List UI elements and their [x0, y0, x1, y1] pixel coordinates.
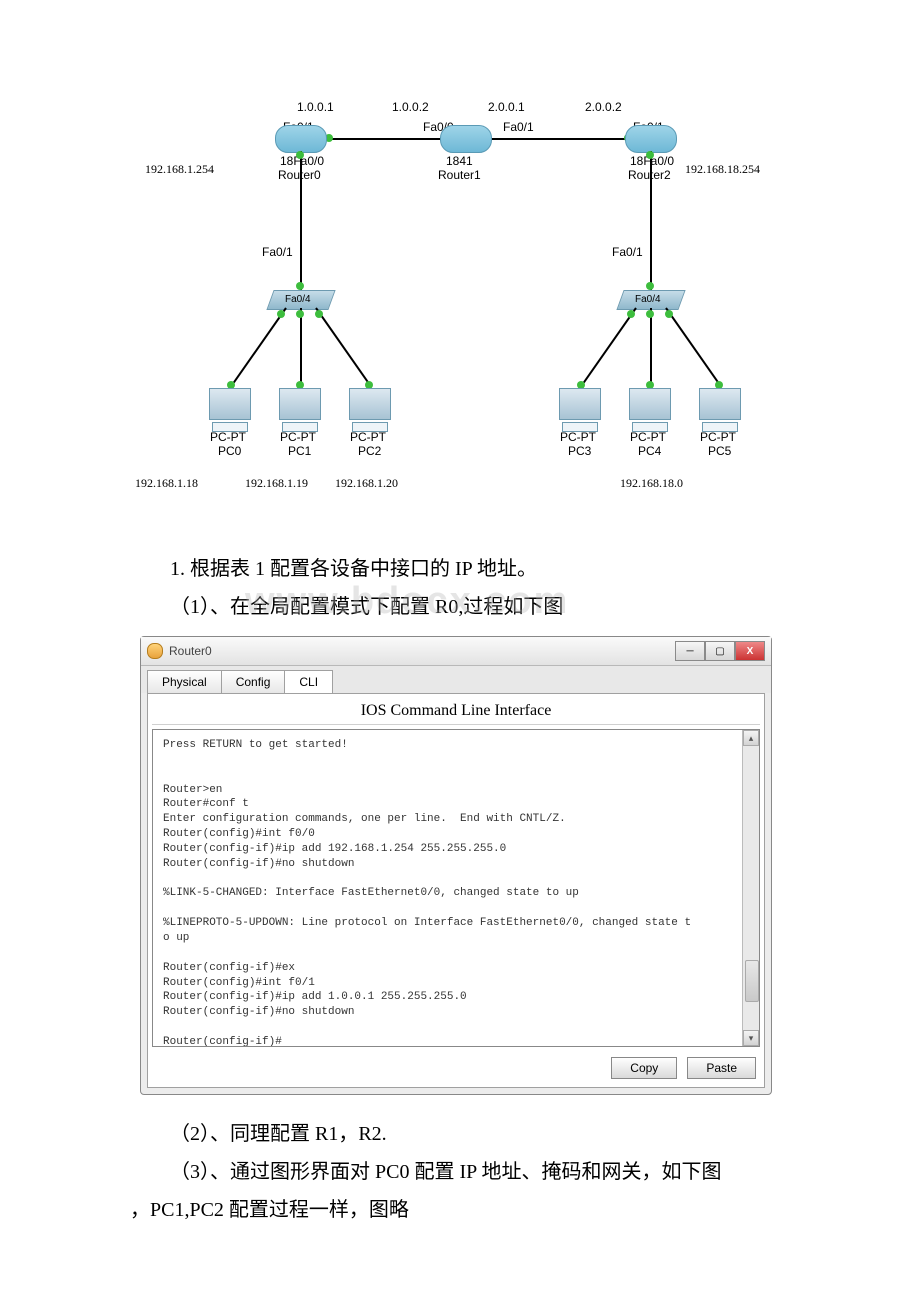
device-label: PC5 [708, 444, 731, 458]
router-icon [147, 643, 163, 659]
tab-physical[interactable]: Physical [147, 670, 222, 693]
port-label: Fa0/1 [262, 245, 293, 259]
maximize-button[interactable]: ▢ [705, 641, 735, 661]
tab-config[interactable]: Config [221, 670, 286, 693]
port-label: Fa0/4 [635, 294, 661, 305]
device-label: PC-PT [350, 430, 386, 444]
port-label: Fa0/1 [612, 245, 643, 259]
ip-label: 2.0.0.2 [585, 100, 622, 114]
cli-output[interactable]: Press RETURN to get started! Router>en R… [153, 730, 759, 1046]
ip-label: 192.168.1.19 [245, 476, 308, 491]
copy-button[interactable]: Copy [611, 1057, 677, 1079]
pc5-icon [695, 388, 745, 432]
ip-label: 2.0.0.1 [488, 100, 525, 114]
network-topology: 1.0.0.1 1.0.0.2 2.0.0.1 2.0.0.2 192.168.… [130, 100, 790, 530]
scroll-thumb[interactable] [745, 960, 759, 1002]
ip-label: 192.168.18.254 [685, 162, 760, 177]
body-text-2: （1）、在全局配置模式下配置 R0,过程如下图 [130, 588, 790, 626]
body-text-3: （2）、同理配置 R1，R2. [130, 1115, 790, 1153]
device-label: PC-PT [700, 430, 736, 444]
ip-label: 1.0.0.1 [297, 100, 334, 114]
port-label: Fa0/1 [503, 120, 534, 134]
pc3-icon [555, 388, 605, 432]
ip-label: 1.0.0.2 [392, 100, 429, 114]
pc4-icon [625, 388, 675, 432]
device-label: 1841 [446, 154, 473, 168]
pc1-icon [275, 388, 325, 432]
scroll-up-icon[interactable]: ▴ [743, 730, 759, 746]
device-label: PC2 [358, 444, 381, 458]
device-label: PC3 [568, 444, 591, 458]
ip-label: 192.168.1.254 [145, 162, 214, 177]
router1-icon [440, 125, 490, 151]
ip-label: 192.168.18.0 [620, 476, 683, 491]
minimize-button[interactable]: ─ [675, 641, 705, 661]
router0-window: Router0 ─ ▢ X Physical Config CLI IOS Co… [140, 636, 772, 1095]
router2-icon [625, 125, 675, 151]
body-text-5: ，PC1,PC2 配置过程一样，图略 [130, 1191, 790, 1229]
tabs: Physical Config CLI [141, 666, 771, 693]
pc0-icon [205, 388, 255, 432]
device-label: PC-PT [560, 430, 596, 444]
ip-label: 192.168.1.18 [135, 476, 198, 491]
tab-cli[interactable]: CLI [284, 670, 333, 693]
titlebar: Router0 ─ ▢ X [141, 637, 771, 666]
router0-icon [275, 125, 325, 151]
device-label: PC-PT [210, 430, 246, 444]
body-text-1: 1. 根据表 1 配置各设备中接口的 IP 地址。 [130, 550, 790, 588]
cli-panel: IOS Command Line Interface Press RETURN … [147, 693, 765, 1088]
port-label: Fa0/4 [285, 294, 311, 305]
device-label: PC-PT [280, 430, 316, 444]
window-title: Router0 [169, 644, 675, 658]
device-label: Router1 [438, 168, 481, 182]
close-button[interactable]: X [735, 641, 765, 661]
body-text-4: （3）、通过图形界面对 PC0 配置 IP 地址、掩码和网关，如下图 [130, 1153, 790, 1191]
scrollbar[interactable]: ▴ ▾ [742, 730, 759, 1046]
device-label: PC4 [638, 444, 661, 458]
paste-button[interactable]: Paste [687, 1057, 756, 1079]
device-label: PC-PT [630, 430, 666, 444]
pc2-icon [345, 388, 395, 432]
ip-label: 192.168.1.20 [335, 476, 398, 491]
device-label: PC0 [218, 444, 241, 458]
device-label: PC1 [288, 444, 311, 458]
cli-title: IOS Command Line Interface [152, 698, 760, 725]
scroll-down-icon[interactable]: ▾ [743, 1030, 759, 1046]
